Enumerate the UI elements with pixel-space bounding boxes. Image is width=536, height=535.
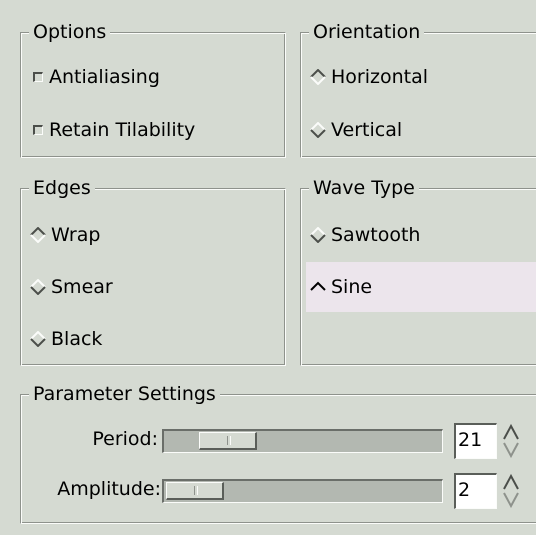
- orientation-frame: Orientation Horizontal Vertical: [300, 20, 536, 158]
- black-radio[interactable]: Black: [21, 314, 285, 364]
- wave-type-frame: Wave Type Sawtooth Sine: [300, 176, 536, 366]
- black-label[interactable]: Black: [51, 328, 102, 350]
- radio-unselected-icon[interactable]: [310, 227, 326, 243]
- retain-tilability-label[interactable]: Retain Tilability: [49, 119, 195, 141]
- horizontal-label[interactable]: Horizontal: [331, 66, 428, 88]
- parameter-settings-frame: Parameter Settings Period: 21 Amplitude:…: [20, 382, 536, 524]
- retain-tilability-check-indicator[interactable]: [33, 125, 43, 135]
- vertical-label[interactable]: Vertical: [331, 119, 402, 141]
- amplitude-spin-arrows-icon[interactable]: [502, 473, 520, 509]
- edges-frame: Edges Wrap Smear Black: [20, 176, 286, 366]
- amplitude-value-input[interactable]: 2: [454, 473, 497, 509]
- slider-grip-icon: [193, 486, 198, 495]
- period-spin-arrows-icon[interactable]: [502, 423, 520, 459]
- radio-selected-icon[interactable]: [310, 69, 326, 85]
- retain-tilability-checkbox[interactable]: Retain Tilability: [21, 105, 285, 155]
- period-value-input[interactable]: 21: [454, 423, 497, 459]
- smear-radio[interactable]: Smear: [21, 262, 285, 312]
- period-slider[interactable]: [162, 429, 443, 453]
- antialiasing-checkbox[interactable]: Antialiasing: [21, 52, 285, 102]
- wrap-label[interactable]: Wrap: [51, 224, 100, 246]
- options-title: Options: [29, 20, 111, 44]
- antialiasing-label[interactable]: Antialiasing: [49, 66, 160, 88]
- sawtooth-radio[interactable]: Sawtooth: [301, 210, 536, 260]
- radio-unselected-icon[interactable]: [30, 331, 46, 347]
- smear-label[interactable]: Smear: [51, 276, 113, 298]
- period-slider-thumb[interactable]: [199, 432, 257, 450]
- period-label: Period:: [92, 428, 158, 450]
- radio-unselected-icon[interactable]: [30, 279, 46, 295]
- wave-type-title: Wave Type: [309, 176, 419, 200]
- radio-selected-icon[interactable]: [30, 227, 46, 243]
- parameter-settings-title: Parameter Settings: [29, 382, 220, 406]
- edges-title: Edges: [29, 176, 95, 200]
- wrap-radio[interactable]: Wrap: [21, 210, 285, 260]
- antialiasing-check-indicator[interactable]: [33, 72, 43, 82]
- sawtooth-label[interactable]: Sawtooth: [331, 224, 420, 246]
- orientation-title: Orientation: [309, 20, 425, 44]
- radio-unselected-icon[interactable]: [310, 122, 326, 138]
- amplitude-slider-thumb[interactable]: [166, 482, 224, 500]
- options-frame: Options Antialiasing Retain Tilability: [20, 20, 286, 158]
- sine-label[interactable]: Sine: [331, 276, 372, 298]
- amplitude-label: Amplitude:: [57, 478, 161, 500]
- amplitude-slider[interactable]: [162, 479, 443, 503]
- vertical-radio[interactable]: Vertical: [301, 105, 536, 155]
- sine-radio[interactable]: Sine: [306, 262, 536, 312]
- radio-selected-icon[interactable]: [310, 279, 326, 295]
- slider-grip-icon: [226, 436, 231, 445]
- horizontal-radio[interactable]: Horizontal: [301, 52, 536, 102]
